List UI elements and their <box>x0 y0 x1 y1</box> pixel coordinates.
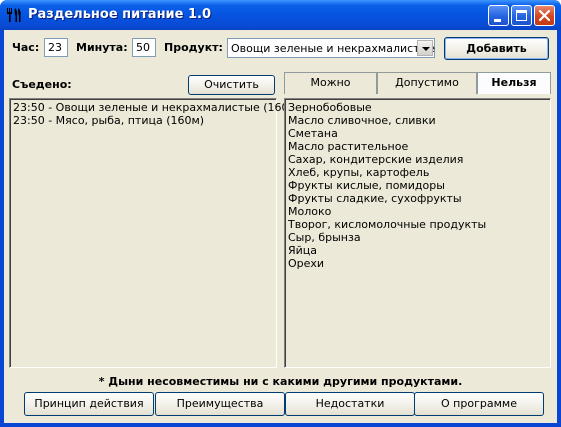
minimize-button[interactable] <box>488 5 509 26</box>
list-item[interactable]: Зернобобовые <box>288 101 486 114</box>
maximize-button[interactable] <box>511 5 532 26</box>
close-icon <box>539 10 550 21</box>
client-area: Час: 23 Минута: 50 Продукт: Овощи зелены… <box>4 30 557 423</box>
list-item[interactable]: Масло растительное <box>288 140 486 153</box>
list-item[interactable]: Творог, кисломолочные продукты <box>288 218 486 231</box>
principle-button[interactable]: Принцип действия <box>24 392 154 416</box>
eaten-item[interactable]: 23:50 - Овощи зеленые и некрахмалистые (… <box>13 101 301 114</box>
tab-forbidden[interactable]: Нельзя <box>477 72 551 94</box>
product-select-value: Овощи зеленые и некрахмалистые <box>231 42 436 55</box>
window-title: Раздельное питание 1.0 <box>28 7 212 22</box>
forbidden-rows: Зернобобовые Масло сливочное, сливки Сме… <box>288 101 486 270</box>
disadvantages-button[interactable]: Недостатки <box>285 392 415 416</box>
advantages-button[interactable]: Преимущества <box>155 392 285 416</box>
list-item[interactable]: Фрукты сладкие, сухофрукты <box>288 192 486 205</box>
eaten-rows: 23:50 - Овощи зеленые и некрахмалистые (… <box>13 101 301 127</box>
list-item[interactable]: Молоко <box>288 205 486 218</box>
title-bar[interactable]: Раздельное питание 1.0 <box>0 0 561 30</box>
chevron-down-icon[interactable] <box>417 40 433 56</box>
clear-button[interactable]: Очистить <box>188 75 275 95</box>
tab-allowed[interactable]: Можно <box>284 72 377 94</box>
add-button[interactable]: Добавить <box>444 37 549 60</box>
app-window: Раздельное питание 1.0 Час: 23 Минута: 5… <box>0 0 561 427</box>
tab-acceptable[interactable]: Допустимо <box>377 72 477 94</box>
hour-label: Час: <box>12 41 40 54</box>
minute-input[interactable]: 50 <box>132 38 156 57</box>
list-item[interactable]: Масло сливочное, сливки <box>288 114 486 127</box>
eaten-item[interactable]: 23:50 - Мясо, рыба, птица (160м) <box>13 114 301 127</box>
melon-note: * Дыни несовместимы ни с какими другими … <box>98 375 463 388</box>
product-label: Продукт: <box>164 41 223 54</box>
eaten-list[interactable]: 23:50 - Овощи зеленые и некрахмалистые (… <box>9 98 301 368</box>
list-item[interactable]: Сметана <box>288 127 486 140</box>
product-select[interactable]: Овощи зеленые и некрахмалистые <box>227 38 435 58</box>
list-item[interactable]: Хлеб, крупы, картофель <box>288 166 486 179</box>
list-item[interactable]: Орехи <box>288 257 486 270</box>
minimize-icon <box>494 19 501 22</box>
eaten-label: Съедено: <box>12 78 72 91</box>
forbidden-list[interactable]: Зернобобовые Масло сливочное, сливки Сме… <box>284 98 551 368</box>
minute-label: Минута: <box>76 41 128 54</box>
fork-knife-icon <box>7 8 21 22</box>
about-button[interactable]: О программе <box>414 392 544 416</box>
list-item[interactable]: Яйца <box>288 244 486 257</box>
hour-input[interactable]: 23 <box>44 38 68 57</box>
maximize-icon <box>516 10 527 21</box>
list-item[interactable]: Сыр, брынза <box>288 231 486 244</box>
list-item[interactable]: Сахар, кондитерские изделия <box>288 153 486 166</box>
close-button[interactable] <box>534 5 555 26</box>
list-item[interactable]: Фрукты кислые, помидоры <box>288 179 486 192</box>
